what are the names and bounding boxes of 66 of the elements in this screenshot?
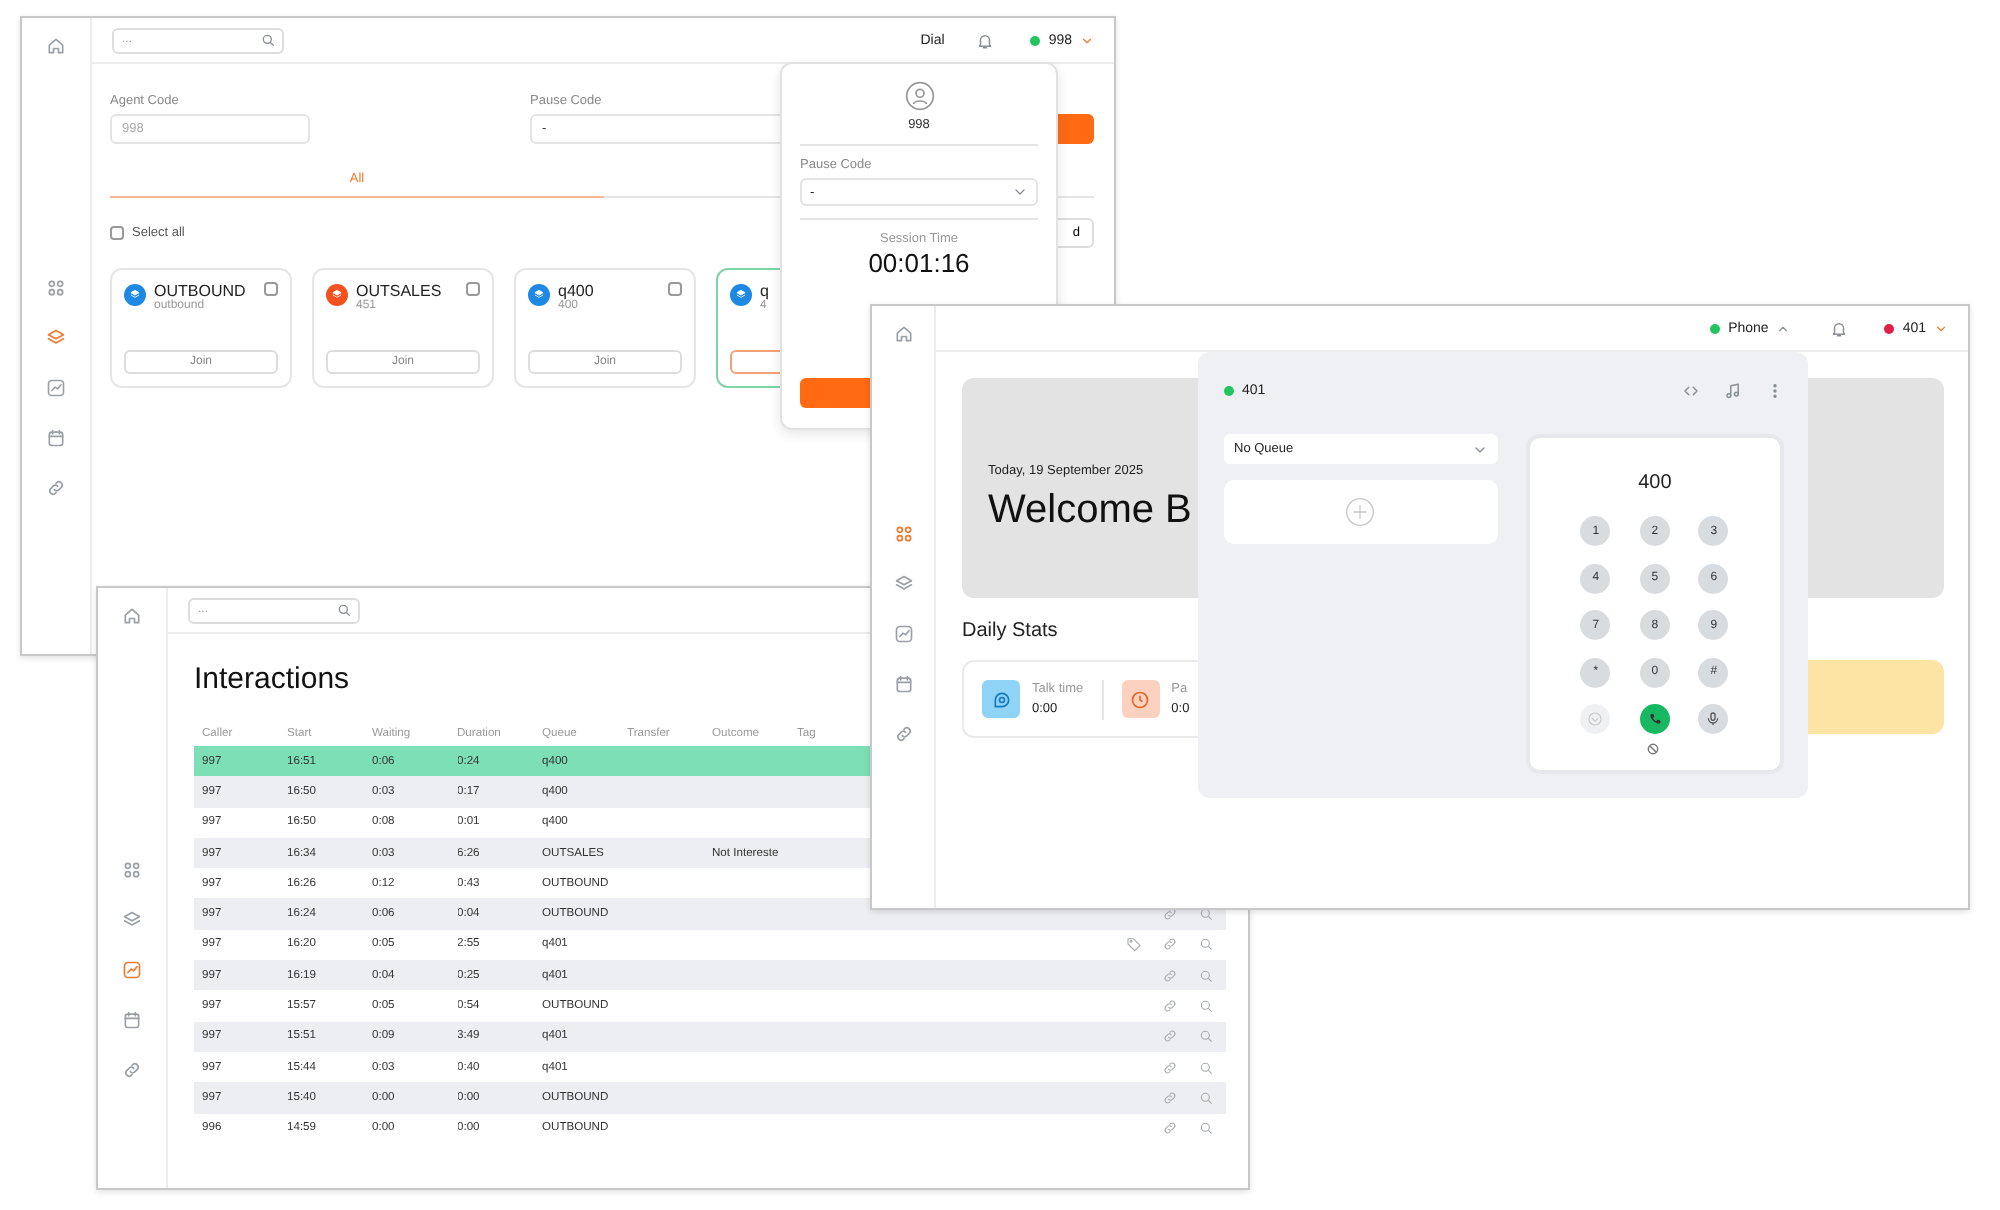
- search-icon[interactable]: [1198, 1089, 1214, 1106]
- link-icon[interactable]: [1162, 1028, 1178, 1045]
- grid-icon[interactable]: [46, 278, 66, 298]
- checkbox[interactable]: [264, 282, 278, 296]
- calendar-icon[interactable]: [46, 428, 66, 448]
- chevron-down-icon: [1012, 184, 1028, 200]
- search-icon[interactable]: [1198, 906, 1214, 923]
- link-icon[interactable]: [1162, 1089, 1178, 1106]
- search-icon[interactable]: [1198, 1120, 1214, 1137]
- tag-icon[interactable]: [1126, 936, 1142, 953]
- clock-icon: [1121, 680, 1160, 718]
- bell-icon[interactable]: [976, 31, 995, 49]
- add-icon[interactable]: [1344, 496, 1377, 528]
- link-icon[interactable]: [1162, 936, 1178, 953]
- chevron-down-icon[interactable]: [1934, 321, 1948, 335]
- circle-down-icon: [1580, 704, 1611, 734]
- chart-icon[interactable]: [122, 960, 142, 980]
- queue-name: OUTBOUND: [154, 282, 248, 300]
- section-title: Daily Stats: [962, 620, 1058, 642]
- calendar-icon[interactable]: [122, 1010, 142, 1030]
- home-icon[interactable]: [122, 606, 142, 626]
- search-icon[interactable]: [1198, 998, 1214, 1015]
- grid-icon[interactable]: [122, 860, 142, 880]
- chevron-down-icon[interactable]: [1080, 33, 1094, 47]
- user-avatar-icon: [903, 80, 935, 112]
- checkbox[interactable]: [668, 282, 682, 296]
- page-title: Interactions: [194, 662, 350, 696]
- layers-icon[interactable]: [122, 910, 142, 930]
- mic-icon[interactable]: [1698, 704, 1729, 734]
- link-icon[interactable]: [1162, 998, 1178, 1015]
- queue-name: q: [760, 282, 771, 300]
- chevron-up-icon[interactable]: [1776, 321, 1791, 335]
- calendar-icon[interactable]: [893, 674, 913, 694]
- search-icon: [260, 32, 276, 48]
- checkbox[interactable]: [466, 282, 480, 296]
- layers-icon[interactable]: [46, 328, 66, 348]
- search-icon[interactable]: [1198, 1028, 1214, 1045]
- bell-icon[interactable]: [1830, 319, 1849, 337]
- search-icon[interactable]: [1198, 936, 1214, 953]
- queue-name: q400: [558, 282, 596, 300]
- layers-icon[interactable]: [893, 574, 913, 594]
- home-icon[interactable]: [46, 36, 66, 56]
- link-icon[interactable]: [1162, 906, 1178, 923]
- code-icon[interactable]: [1682, 381, 1700, 399]
- chat-icon: [982, 680, 1020, 718]
- link-icon[interactable]: [893, 724, 913, 744]
- queue-name: OUTSALES: [356, 282, 444, 300]
- welcome-title: Welcome B: [988, 487, 1192, 533]
- not-allowed-cursor-icon: [1645, 742, 1660, 756]
- grid-icon[interactable]: [893, 524, 913, 544]
- session-time: 00:01:16: [868, 248, 970, 278]
- chart-icon[interactable]: [46, 378, 66, 398]
- link-icon[interactable]: [46, 478, 66, 498]
- call-button[interactable]: [1639, 704, 1670, 734]
- link-icon[interactable]: [122, 1060, 142, 1080]
- chart-icon[interactable]: [893, 624, 913, 644]
- link-icon[interactable]: [1162, 1120, 1178, 1137]
- music-icon[interactable]: [1724, 381, 1742, 399]
- link-icon[interactable]: [1162, 1059, 1178, 1076]
- search-icon: [336, 602, 352, 618]
- checkbox[interactable]: [110, 226, 124, 240]
- home-icon[interactable]: [893, 324, 913, 344]
- dialed-number: 400: [1638, 472, 1672, 494]
- search-icon[interactable]: [1198, 1059, 1214, 1076]
- link-icon[interactable]: [1162, 967, 1178, 984]
- search-icon[interactable]: [1198, 967, 1214, 984]
